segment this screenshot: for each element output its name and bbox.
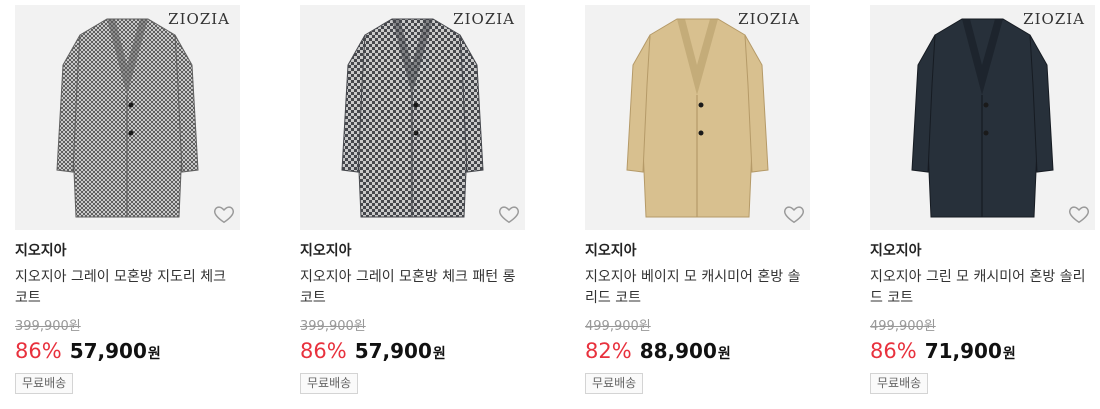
- original-price: 399,900원: [300, 319, 366, 334]
- sale-price: 88,900: [639, 339, 717, 363]
- product-image[interactable]: ZIOZIA: [585, 5, 810, 230]
- currency-unit: 원: [147, 346, 161, 362]
- product-image[interactable]: ZIOZIA: [870, 5, 1095, 230]
- price-row: 86% 71,900 원: [870, 338, 1095, 367]
- discount-rate: 86%: [15, 339, 62, 363]
- free-shipping-badge: 무료배송: [585, 373, 644, 394]
- brand-logo: ZIOZIA: [1023, 10, 1085, 28]
- brand-logo: ZIOZIA: [168, 10, 230, 28]
- product-card[interactable]: ZIOZIA 지오지아 지오지아 그린 모 캐시미어 혼방 솔리드 코트 499…: [870, 5, 1095, 394]
- heart-icon[interactable]: [1068, 203, 1090, 225]
- coat-button: [128, 102, 134, 108]
- product-image[interactable]: ZIOZIA: [300, 5, 525, 230]
- product-brand: 지오지아: [870, 243, 922, 259]
- coat-button: [413, 102, 419, 108]
- original-price: 399,900원: [15, 319, 81, 334]
- sale-price: 57,900: [69, 339, 147, 363]
- currency-unit: 원: [1002, 346, 1016, 362]
- discount-rate: 86%: [300, 339, 347, 363]
- original-price: 499,900원: [870, 319, 936, 334]
- coat-button: [983, 102, 989, 108]
- discount-rate: 86%: [870, 339, 917, 363]
- heart-icon[interactable]: [213, 203, 235, 225]
- product-card[interactable]: ZIOZIA 지오지아 지오지아 그레이 모혼방 지도리 체크 코트 399,9…: [15, 5, 240, 394]
- product-name[interactable]: 지오지아 그린 모 캐시미어 혼방 솔리드 코트: [870, 267, 1095, 309]
- currency-unit: 원: [432, 346, 446, 362]
- product-image[interactable]: ZIOZIA: [15, 5, 240, 230]
- sale-price: 57,900: [354, 339, 432, 363]
- product-brand: 지오지아: [300, 243, 352, 259]
- product-name[interactable]: 지오지아 그레이 모혼방 체크 패턴 롱 코트: [300, 267, 525, 309]
- product-name[interactable]: 지오지아 베이지 모 캐시미어 혼방 솔리드 코트: [585, 267, 810, 309]
- product-card[interactable]: ZIOZIA 지오지아 지오지아 그레이 모혼방 체크 패턴 롱 코트 399,…: [300, 5, 525, 394]
- coat-button: [128, 130, 134, 136]
- price-row: 86% 57,900 원: [300, 338, 525, 367]
- product-brand: 지오지아: [585, 243, 637, 259]
- coat-image: [626, 18, 769, 218]
- sale-price: 71,900: [924, 339, 1002, 363]
- coat-button: [698, 102, 704, 108]
- currency-unit: 원: [717, 346, 731, 362]
- free-shipping-badge: 무료배송: [300, 373, 359, 394]
- coat-button: [983, 130, 989, 136]
- discount-rate: 82%: [585, 339, 632, 363]
- brand-logo: ZIOZIA: [453, 10, 515, 28]
- coat-image: [56, 18, 199, 218]
- heart-icon[interactable]: [498, 203, 520, 225]
- coat-button: [413, 130, 419, 136]
- brand-logo: ZIOZIA: [738, 10, 800, 28]
- product-card[interactable]: ZIOZIA 지오지아 지오지아 베이지 모 캐시미어 혼방 솔리드 코트 49…: [585, 5, 810, 394]
- product-grid: ZIOZIA 지오지아 지오지아 그레이 모혼방 지도리 체크 코트 399,9…: [0, 0, 1100, 409]
- product-brand: 지오지아: [15, 243, 67, 259]
- coat-image: [341, 18, 484, 218]
- price-row: 82% 88,900 원: [585, 338, 810, 367]
- original-price: 499,900원: [585, 319, 651, 334]
- heart-icon[interactable]: [783, 203, 805, 225]
- free-shipping-badge: 무료배송: [15, 373, 74, 394]
- price-row: 86% 57,900 원: [15, 338, 240, 367]
- coat-image: [911, 18, 1054, 218]
- free-shipping-badge: 무료배송: [870, 373, 929, 394]
- coat-button: [698, 130, 704, 136]
- product-name[interactable]: 지오지아 그레이 모혼방 지도리 체크 코트: [15, 267, 240, 309]
